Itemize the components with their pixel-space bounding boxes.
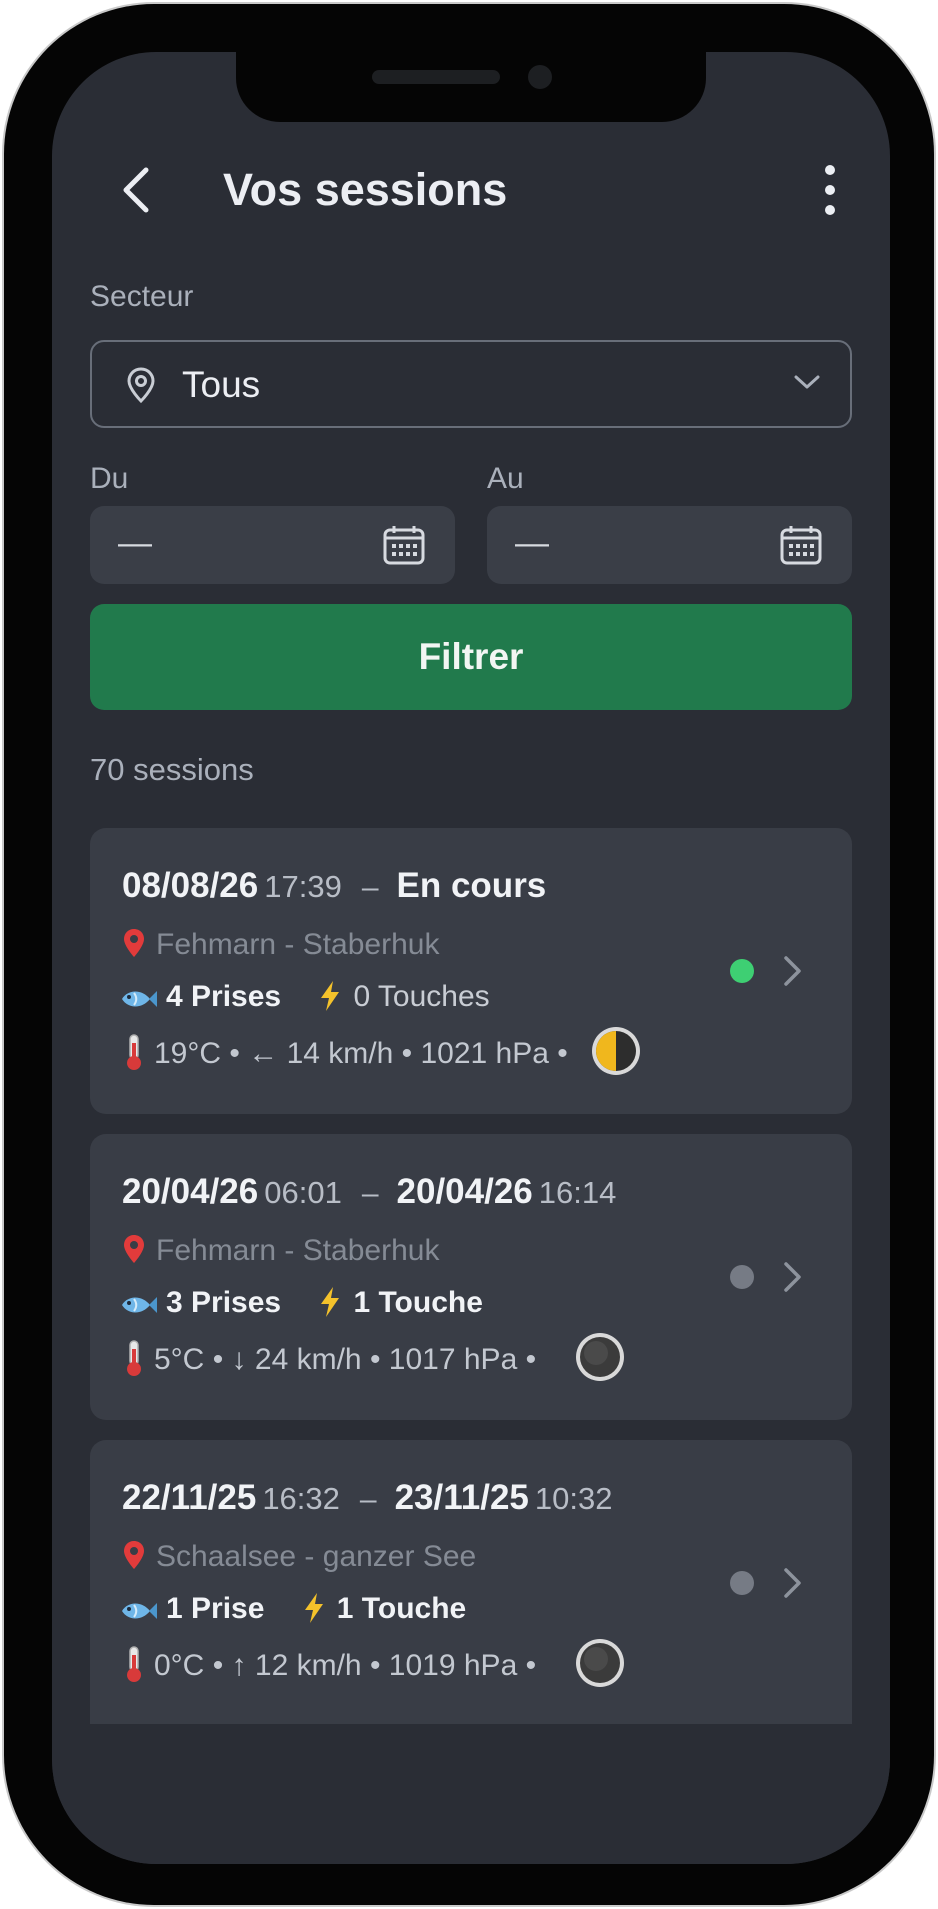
end-date: 23/11/25 [394, 1478, 529, 1517]
session-period: 22/11/25 16:32–23/11/25 10:32 [122, 1478, 612, 1518]
session-location: Fehmarn - Staberhuk [122, 1234, 439, 1268]
start-time: 16:32 [262, 1481, 340, 1516]
catch-count: 1 Prise [166, 1592, 265, 1625]
thermometer-icon [127, 1340, 141, 1376]
moon-phase-icon [576, 1639, 624, 1687]
sector-label: Secteur [90, 280, 194, 313]
session-period: 08/08/26 17:39– En cours [122, 866, 552, 906]
thermometer-icon [127, 1034, 141, 1070]
end-date: 20/04/26 [396, 1172, 533, 1211]
session-location: Fehmarn - Staberhuk [122, 928, 439, 962]
moon-phase-icon [592, 1027, 640, 1075]
start-date: 08/08/26 [122, 866, 259, 905]
status-dot-inactive [730, 1571, 754, 1595]
temperature: 19°C [154, 1037, 222, 1070]
session-stats: 3 Prises 1 Touche [120, 1286, 483, 1320]
moon-phase-icon [576, 1333, 624, 1381]
catch-count: 3 Prises [166, 1286, 282, 1319]
back-button[interactable] [110, 160, 170, 220]
sector-value: Tous [182, 364, 261, 405]
fish-icon [122, 1603, 157, 1619]
session-location: Schaalsee - ganzer See [122, 1540, 476, 1574]
fish-icon [122, 1297, 157, 1313]
session-weather: 0°C • ↑ 12 km/h • 1019 hPa • [124, 1645, 536, 1683]
session-weather: 19°C • ← 14 km/h • 1021 hPa • [124, 1033, 568, 1071]
start-date: 20/04/26 [122, 1172, 259, 1211]
pressure: 1019 hPa [388, 1649, 518, 1682]
from-date-field[interactable]: — [90, 506, 455, 584]
location-pin-icon [124, 929, 144, 957]
wind-direction: ↑ [231, 1649, 247, 1682]
bite-count: 1 Touche [353, 1286, 483, 1319]
back-arrow-icon [123, 167, 149, 213]
session-stats: 4 Prises 0 Touches [120, 980, 490, 1014]
start-time: 17:39 [264, 869, 342, 904]
pressure: 1021 hPa [420, 1037, 549, 1070]
start-date: 22/11/25 [122, 1478, 257, 1517]
to-date-field[interactable]: — [487, 506, 852, 584]
end-time: 16:14 [538, 1175, 617, 1210]
pressure: 1017 hPa [388, 1343, 518, 1376]
date-separator: – [361, 1177, 379, 1210]
wind-direction: ← [248, 1037, 279, 1070]
end-date: En cours [396, 866, 547, 905]
bite-count: 1 Touche [336, 1592, 467, 1625]
temperature: 0°C [154, 1649, 205, 1682]
lightning-icon [321, 1287, 340, 1317]
sector-select[interactable]: Tous [90, 340, 852, 428]
front-camera [528, 65, 552, 89]
calendar-icon[interactable] [779, 524, 823, 566]
wind-speed: 24 km/h [254, 1343, 362, 1376]
fish-icon [122, 991, 157, 1007]
temperature: 5°C [154, 1343, 205, 1376]
page-title: Vos sessions [223, 164, 508, 215]
app-screen: Vos sessions Secteur Tous Du Au — — Filt… [52, 52, 890, 1864]
location-pin-icon [124, 1541, 144, 1569]
wind-speed: 12 km/h [254, 1649, 362, 1682]
chevron-right-icon[interactable] [782, 1566, 804, 1600]
calendar-icon[interactable] [382, 524, 426, 566]
location-name: Fehmarn - Staberhuk [156, 928, 440, 961]
wind-direction: ↓ [231, 1343, 247, 1376]
to-label: Au [487, 462, 524, 495]
status-dot-inactive [730, 1265, 754, 1289]
status-dot-active [730, 959, 754, 983]
session-stats: 1 Prise 1 Touche [120, 1592, 466, 1626]
thermometer-icon [127, 1646, 141, 1682]
phone-frame: Vos sessions Secteur Tous Du Au — — Filt… [4, 4, 934, 1905]
top-app-bar: Vos sessions [52, 148, 890, 228]
session-period: 20/04/26 06:01–20/04/26 16:14 [122, 1172, 616, 1212]
from-date-value: — [118, 524, 152, 562]
list-bottom-fade [52, 1724, 890, 1864]
overflow-menu-button[interactable] [810, 162, 850, 218]
chevron-right-icon[interactable] [782, 954, 804, 988]
date-separator: – [359, 1483, 377, 1516]
chevron-right-icon[interactable] [782, 1260, 804, 1294]
session-card[interactable]: 22/11/25 16:32–23/11/25 10:32 Schaalsee - … [90, 1440, 852, 1740]
session-card[interactable]: 08/08/26 17:39– En cours Fehmarn - Staberh… [90, 828, 852, 1114]
end-time: 10:32 [534, 1481, 613, 1516]
from-label: Du [90, 462, 129, 495]
chevron-down-icon [794, 375, 820, 389]
location-name: Schaalsee - ganzer See [156, 1540, 477, 1573]
location-pin-icon [127, 367, 155, 404]
location-pin-icon [124, 1235, 144, 1263]
lightning-icon [321, 981, 340, 1011]
wind-speed: 14 km/h [286, 1037, 394, 1070]
bite-count: 0 Touches [353, 980, 490, 1013]
catch-count: 4 Prises [166, 980, 282, 1013]
filter-button[interactable]: Filtrer [90, 604, 852, 710]
to-date-value: — [515, 524, 549, 562]
speaker-grille [372, 70, 500, 84]
location-name: Fehmarn - Staberhuk [156, 1234, 440, 1267]
device-notch [236, 52, 706, 122]
lightning-icon [304, 1593, 323, 1623]
session-count: 70 sessions [90, 752, 254, 787]
session-card[interactable]: 20/04/26 06:01–20/04/26 16:14 Fehmarn - St… [90, 1134, 852, 1420]
date-separator: – [361, 871, 379, 904]
start-time: 06:01 [264, 1175, 342, 1210]
session-weather: 5°C • ↓ 24 km/h • 1017 hPa • [124, 1339, 536, 1377]
more-vertical-icon [825, 165, 835, 215]
